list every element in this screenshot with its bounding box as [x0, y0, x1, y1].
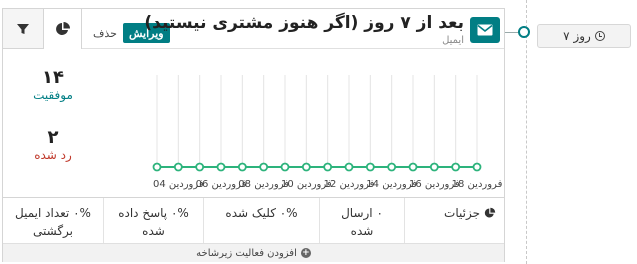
chart-point [173, 162, 183, 172]
filter-tab[interactable] [3, 9, 43, 49]
chart-point [301, 162, 311, 172]
details-cell[interactable]: جزئیات [404, 198, 504, 243]
activity-title: بعد از ۷ روز (اگر هنوز مشتری نیستید) [144, 13, 464, 33]
chart-point [195, 162, 205, 172]
chart-point [429, 162, 439, 172]
stats-tab[interactable] [43, 9, 82, 49]
chart-point [237, 162, 247, 172]
delay-badge[interactable]: ۷ روز [537, 24, 631, 48]
details-label: جزئیات [444, 206, 480, 220]
activity-header: حذف ویرایش بعد از ۷ روز (اگر هنوز مشتری … [3, 9, 504, 49]
chart-point [216, 162, 226, 172]
pie-chart-icon [55, 22, 70, 35]
chart-point [280, 162, 290, 172]
rejected-stat[interactable]: ۲ رد شده [3, 127, 103, 162]
clicked-cell[interactable]: ۰% کلیک شده [203, 198, 319, 243]
stats-table-row: جزئیات ۰ ارسال شده ۰% کلیک شده ۰% پاسخ د… [3, 197, 504, 243]
chart-point [408, 162, 418, 172]
plus-circle-icon: + [300, 248, 311, 258]
header-divider [82, 48, 504, 49]
clock-icon [594, 31, 605, 41]
add-child-activity-button[interactable]: + افزودن فعالیت زیرشاخه [3, 243, 504, 262]
activity-type-label: ایمیل [442, 35, 464, 46]
chart-point [451, 162, 461, 172]
activity-chart: 04 فروردین06 فروردین08 فروردین10 فروردین… [152, 75, 503, 190]
bounced-cell[interactable]: ۰% تعداد ایمیل برگشتی [3, 198, 103, 243]
delete-button[interactable]: حذف [89, 23, 121, 43]
chart-tick-label: 18 فروردین [452, 179, 503, 190]
chart-point [323, 162, 333, 172]
envelope-icon [477, 24, 493, 36]
add-child-label: افزودن فعالیت زیرشاخه [196, 247, 297, 259]
success-label: موفقیت [33, 88, 73, 102]
chart-point [152, 162, 162, 172]
filter-icon [17, 23, 29, 34]
rejected-label: رد شده [34, 148, 72, 162]
success-count: ۱۴ [42, 67, 64, 88]
pie-chart-icon [484, 207, 496, 218]
step-connector [505, 32, 519, 33]
chart-point [387, 162, 397, 172]
mail-type-badge [470, 17, 500, 43]
workflow-step-node [518, 26, 530, 38]
activity-card: حذف ویرایش بعد از ۷ روز (اگر هنوز مشتری … [2, 8, 505, 262]
chart-point [344, 162, 354, 172]
replied-cell[interactable]: ۰% پاسخ داده شده [103, 198, 203, 243]
chart-point [365, 162, 375, 172]
workflow-timeline-line [526, 0, 527, 264]
success-stat[interactable]: ۱۴ موفقیت [3, 67, 103, 102]
delay-label: ۷ روز [563, 29, 591, 43]
chart-point [259, 162, 269, 172]
chart-point [472, 162, 482, 172]
sent-cell[interactable]: ۰ ارسال شده [319, 198, 404, 243]
rejected-count: ۲ [47, 127, 59, 148]
